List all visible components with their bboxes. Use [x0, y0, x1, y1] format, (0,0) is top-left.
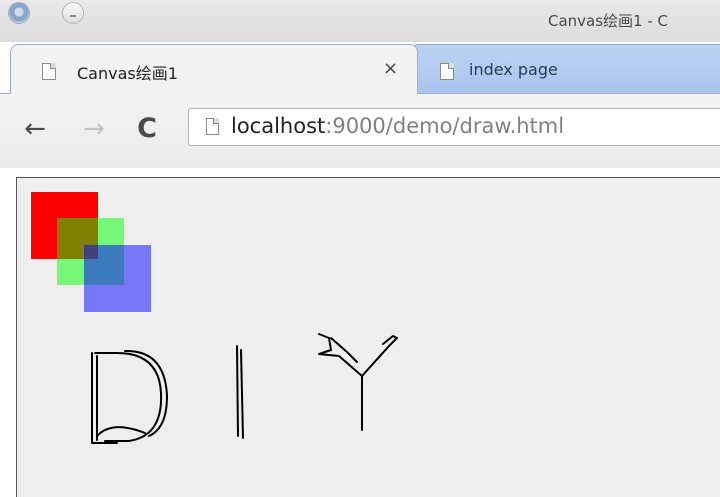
url-text[interactable]: localhost:9000/demo/draw.html	[231, 114, 564, 138]
page-content	[0, 167, 720, 497]
page-icon	[440, 63, 454, 80]
navigation-toolbar: ← → C localhost:9000/demo/draw.html	[0, 93, 720, 168]
forward-button[interactable]: →	[79, 112, 109, 146]
blue-square	[84, 245, 151, 312]
tab-index-page[interactable]: index page	[410, 44, 720, 94]
back-button[interactable]: ←	[20, 112, 50, 146]
minimize-button[interactable]	[62, 2, 84, 24]
page-icon	[206, 118, 219, 135]
drawing-canvas[interactable]	[16, 177, 720, 497]
stroke-letter-d	[91, 349, 168, 444]
canvas-drawing	[31, 192, 398, 444]
tab-label: Canvas绘画1	[77, 64, 178, 83]
reload-button[interactable]: C	[132, 112, 162, 146]
address-bar[interactable]: localhost:9000/demo/draw.html	[188, 108, 720, 146]
stroke-letter-y	[318, 333, 398, 431]
page-icon	[42, 63, 56, 80]
browser-window: Canvas绘画1 - C index page Canvas绘画1 × ← →…	[0, 0, 720, 497]
stroke-vertical-line	[236, 345, 244, 439]
window-title: Canvas绘画1 - C	[548, 12, 669, 30]
title-bar: Canvas绘画1 - C	[0, 0, 720, 42]
tab-canvas-drawing[interactable]: Canvas绘画1 ×	[10, 44, 418, 94]
chrome-menu-icon[interactable]	[8, 2, 30, 24]
tab-label: index page	[469, 60, 558, 79]
url-path: :9000/demo/draw.html	[325, 114, 565, 138]
close-tab-icon[interactable]: ×	[383, 59, 398, 79]
url-host: localhost	[231, 114, 326, 138]
